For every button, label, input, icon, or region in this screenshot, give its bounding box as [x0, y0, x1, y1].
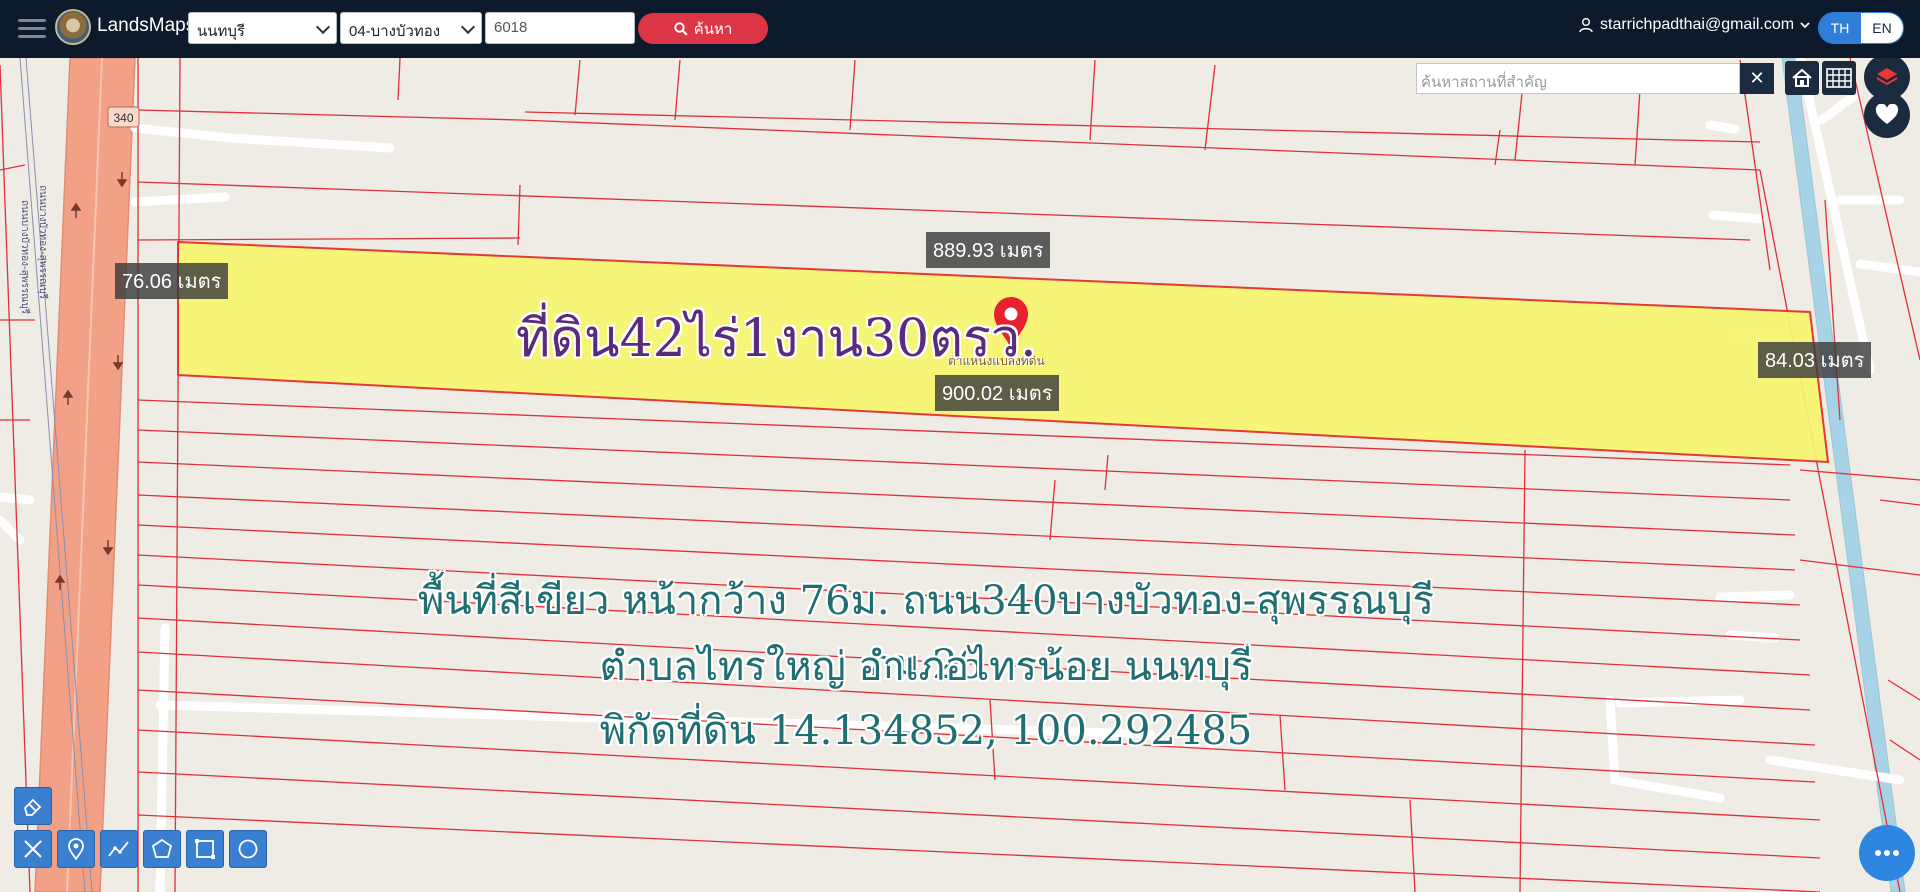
province-select[interactable]: นนทบุรี: [188, 12, 337, 44]
pin-icon: [68, 838, 84, 860]
parcel-number-value: 6018: [494, 19, 528, 36]
user-menu[interactable]: starrichpadthai@gmail.com: [1578, 16, 1810, 34]
parcel-number-input[interactable]: 6018: [485, 12, 635, 44]
grid-icon: [1826, 68, 1852, 88]
polyline-tool-button[interactable]: [100, 830, 138, 868]
road-label: ถนนบางบัวทอง-สุพรรณบุรี: [37, 185, 49, 300]
minor-roads: [0, 58, 1920, 892]
polygon-icon: [151, 838, 173, 858]
route-shield-label: 340: [113, 111, 133, 125]
parcel-boundaries: [0, 58, 1920, 892]
district-select[interactable]: 04-บางบัวทอง: [340, 12, 482, 44]
measurement-bottom: 900.02 เมตร: [935, 375, 1060, 411]
close-icon[interactable]: ✕: [1740, 63, 1774, 94]
landsmaps-logo: [55, 9, 91, 45]
top-bar: LandsMaps นนทบุรี 04-บางบัวทอง 6018 ค้นห…: [0, 0, 1920, 58]
chevron-down-icon: [315, 19, 331, 35]
chevron-down-icon: [460, 19, 476, 35]
land-size-title: ที่ดิน42ไร่1งาน30ตรว.: [516, 309, 1037, 369]
search-button-label: ค้นหา: [693, 20, 733, 38]
measurement-top: 889.93 เมตร: [926, 232, 1051, 268]
more-dots-icon: [1875, 850, 1899, 856]
eraser-tool-button[interactable]: [14, 787, 52, 825]
road-label: ถนนบางบัวทอง-สุพรรณบุรี: [19, 200, 31, 315]
more-options-button[interactable]: [1859, 825, 1915, 881]
layers-icon: [1876, 68, 1898, 86]
map-canvas[interactable]: 340 ถนนบางบัวทอง-สุพรรณบุรี ถนนบางบัวทอง…: [0, 58, 1920, 892]
lang-th-button[interactable]: TH: [1819, 13, 1861, 43]
heart-icon: [1875, 104, 1899, 124]
caption-line-2: ตำบลไทรใหญ่ อำเภอไทรน้อย นนทบุรี: [599, 644, 1253, 690]
rectangle-tool-button[interactable]: [186, 830, 224, 868]
hamburger-menu-icon[interactable]: [18, 14, 46, 44]
circle-icon: [238, 839, 258, 859]
caption-line-3: พิกัดที่ดิน 14.134852, 100.292485: [599, 708, 1253, 754]
eraser-icon: [23, 798, 42, 816]
favorite-button[interactable]: [1864, 92, 1910, 138]
search-button[interactable]: ค้นหา: [638, 13, 768, 44]
measurement-left: 76.06 เมตร: [115, 263, 229, 299]
language-toggle: TH EN: [1818, 12, 1904, 44]
search-icon: [673, 21, 688, 36]
user-email: starrichpadthai@gmail.com: [1600, 16, 1795, 33]
ruler-pencil-icon: [24, 840, 42, 858]
measurement-right: 84.03 เมตร: [1758, 342, 1872, 378]
chevron-down-icon: [1800, 22, 1810, 29]
user-icon: [1579, 18, 1593, 33]
province-select-value: นนทบุรี: [197, 23, 245, 40]
home-icon: [1792, 68, 1812, 87]
measure-tool-button[interactable]: [14, 830, 52, 868]
polyline-icon: [108, 841, 129, 857]
home-button[interactable]: [1785, 61, 1819, 95]
lang-en-button[interactable]: EN: [1861, 13, 1903, 43]
circle-tool-button[interactable]: [229, 830, 267, 868]
marker-tool-button[interactable]: [57, 830, 95, 868]
grid-button[interactable]: [1822, 61, 1856, 95]
polygon-tool-button[interactable]: [143, 830, 181, 868]
rectangle-icon: [195, 839, 215, 859]
place-search-input[interactable]: ค้นหาสถานที่สำคัญ: [1416, 63, 1740, 94]
brand-name: LandsMaps: [97, 15, 196, 36]
district-select-value: 04-บางบัวทอง: [349, 23, 441, 40]
